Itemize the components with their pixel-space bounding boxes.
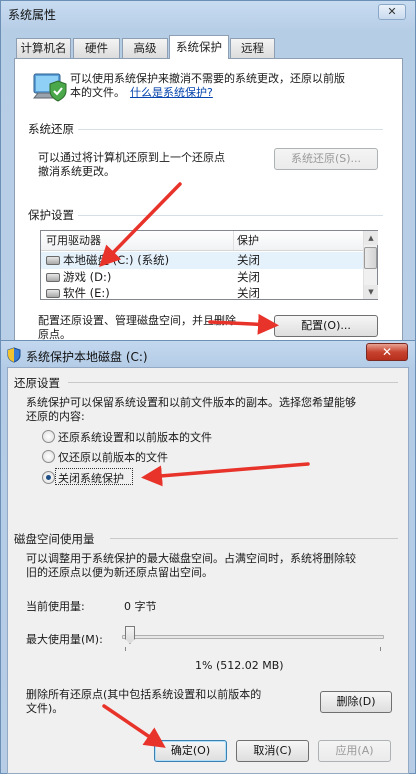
system-restore-button[interactable]: 系统还原(S)...: [274, 148, 378, 170]
group-line: [110, 538, 398, 539]
drive-name: 软件 (E:): [63, 286, 110, 299]
scrollbar[interactable]: ▲ ▼: [363, 231, 378, 299]
slider-tick: [125, 647, 126, 651]
tab-remote[interactable]: 远程: [230, 38, 275, 58]
tab-system-protection[interactable]: 系统保护: [169, 35, 229, 59]
system-protection-icon: [28, 70, 68, 108]
column-header-protection[interactable]: 保护: [237, 231, 259, 250]
current-usage-value: 0 字节: [124, 600, 157, 613]
what-is-system-protection-link[interactable]: 什么是系统保护?: [130, 84, 213, 100]
configure-button[interactable]: 配置(O)...: [274, 315, 378, 337]
radio-restore-settings-and-files[interactable]: [42, 430, 55, 443]
radio-restore-files-only[interactable]: [42, 450, 55, 463]
delete-desc-line2: 文件)。: [26, 702, 64, 715]
scroll-up-icon[interactable]: ▲: [364, 231, 378, 245]
group-line: [76, 129, 383, 130]
scroll-down-icon[interactable]: ▼: [364, 285, 378, 299]
delete-button[interactable]: 删除(D): [320, 691, 392, 713]
disk-usage-heading: 磁盘空间使用量: [14, 531, 99, 547]
current-usage-label: 当前使用量:: [26, 600, 85, 613]
system-restore-desc-line2: 撤消系统更改。: [38, 165, 115, 178]
window-title: 系统属性: [8, 8, 57, 22]
tab-panel: [14, 58, 403, 345]
hard-drive-icon: [46, 256, 60, 265]
list-header: 可用驱动器 保护: [41, 231, 363, 251]
restore-settings-desc-line2: 还原的内容:: [26, 410, 85, 423]
max-usage-value: 1% (512.02 MB): [195, 659, 284, 672]
slider-tick: [380, 647, 381, 651]
slider-thumb[interactable]: [125, 626, 135, 644]
column-divider: [233, 231, 234, 250]
list-item[interactable]: 软件 (E:) 关闭: [41, 285, 363, 299]
column-header-drive[interactable]: 可用驱动器: [46, 231, 101, 250]
tab-computer-name[interactable]: 计算机名: [16, 38, 71, 58]
tab-hardware[interactable]: 硬件: [73, 38, 120, 58]
restore-settings-heading: 还原设置: [14, 375, 64, 391]
radio-label[interactable]: 关闭系统保护: [58, 470, 124, 486]
drive-name: 游戏 (D:): [63, 270, 112, 284]
disk-usage-desc-line2: 旧的还原点以便为新还原点留出空间。: [26, 566, 213, 579]
system-restore-heading: 系统还原: [28, 121, 78, 137]
hard-drive-icon: [46, 289, 60, 298]
apply-button[interactable]: 应用(A): [318, 740, 391, 762]
shield-icon: [6, 347, 22, 363]
tab-advanced[interactable]: 高级: [122, 38, 168, 58]
max-usage-slider[interactable]: [122, 624, 384, 652]
radio-label[interactable]: 还原系统设置和以前版本的文件: [58, 429, 212, 445]
close-button[interactable]: ✕: [366, 343, 408, 361]
list-item[interactable]: 游戏 (D:) 关闭: [41, 269, 363, 286]
group-line: [68, 382, 398, 383]
radio-turn-off-protection[interactable]: [42, 471, 55, 484]
close-icon: ✕: [381, 345, 393, 359]
dialog-title: 系统保护本地磁盘 (C:): [26, 350, 148, 364]
cancel-button[interactable]: 取消(C): [236, 740, 309, 762]
close-icon: ✕: [387, 5, 397, 18]
drive-status: 关闭: [237, 253, 260, 267]
drives-list[interactable]: 可用驱动器 保护 本地磁盘 (C:) (系统) 关闭 游戏 (D:) 关闭 软件…: [40, 230, 378, 300]
scroll-thumb[interactable]: [364, 247, 377, 269]
slider-track: [122, 635, 384, 639]
drive-status: 关闭: [237, 270, 260, 284]
close-button[interactable]: ✕: [378, 4, 406, 20]
drive-name: 本地磁盘 (C:) (系统): [63, 253, 170, 267]
hard-drive-icon: [46, 273, 60, 282]
drive-status: 关闭: [237, 286, 260, 299]
radio-label[interactable]: 仅还原以前版本的文件: [58, 449, 168, 465]
intro-text-line2: 本的文件。: [70, 86, 125, 99]
group-line: [76, 215, 383, 216]
list-item[interactable]: 本地磁盘 (C:) (系统) 关闭: [41, 252, 363, 269]
protection-settings-heading: 保护设置: [28, 207, 78, 223]
max-usage-label: 最大使用量(M):: [26, 633, 103, 646]
ok-button[interactable]: 确定(O): [154, 740, 227, 762]
